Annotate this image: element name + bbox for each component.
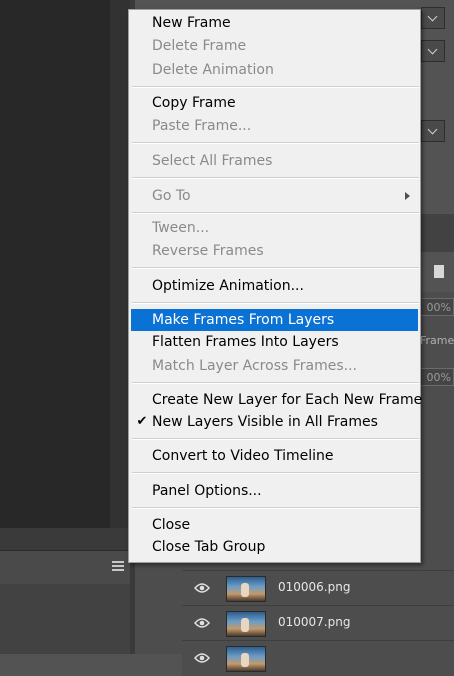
menu-separator — [132, 302, 419, 304]
menu-item-copy-frame[interactable]: Copy Frame — [131, 92, 418, 114]
layer-thumbnail — [226, 576, 266, 602]
menu-item-go-to[interactable]: Go To — [131, 185, 418, 207]
menu-item-match-layer-across-frames[interactable]: Match Layer Across Frames... — [131, 355, 418, 377]
dropdown-button[interactable] — [421, 7, 445, 29]
eye-icon[interactable] — [194, 582, 210, 594]
menu-item-tween[interactable]: Tween... — [131, 217, 418, 239]
opacity-field[interactable]: 00% — [418, 298, 454, 316]
menu-separator — [132, 142, 419, 144]
menu-item-new-layers-visible[interactable]: ✔ New Layers Visible in All Frames — [131, 411, 418, 433]
menu-item-label: Go To — [152, 188, 191, 204]
chevron-down-icon — [427, 124, 438, 135]
menu-item-paste-frame[interactable]: Paste Frame... — [131, 115, 418, 137]
menu-item-label: Paste Frame... — [152, 118, 252, 134]
menu-item-create-new-layer-each-frame[interactable]: Create New Layer for Each New Frame — [131, 389, 422, 411]
timeline-panel-header — [0, 550, 130, 585]
layer-thumbnail — [226, 646, 266, 672]
menu-item-convert-to-video-timeline[interactable]: Convert to Video Timeline — [131, 445, 418, 467]
dropdown-button[interactable] — [421, 120, 445, 142]
menu-separator — [132, 382, 419, 384]
menu-item-label: Convert to Video Timeline — [152, 448, 334, 464]
menu-separator — [132, 177, 419, 179]
menu-item-label: Optimize Animation... — [152, 278, 304, 294]
timeline-panel-body — [0, 584, 130, 654]
canvas-scrollbar[interactable] — [0, 528, 130, 550]
menu-separator — [132, 507, 419, 509]
menu-item-close-tab-group[interactable]: Close Tab Group — [131, 536, 418, 558]
menu-item-label: New Frame — [152, 15, 231, 31]
menu-item-label: Delete Animation — [152, 62, 274, 78]
submenu-arrow-icon — [405, 192, 410, 200]
menu-item-label: Close — [152, 517, 191, 533]
menu-item-flatten-frames-into-layers[interactable]: Flatten Frames Into Layers — [131, 331, 418, 353]
layer-row[interactable]: 010006.png — [182, 570, 454, 606]
menu-separator — [132, 212, 419, 214]
menu-separator — [132, 438, 419, 440]
menu-item-label: Create New Layer for Each New Frame — [152, 392, 423, 408]
menu-item-optimize-animation[interactable]: Optimize Animation... — [131, 275, 418, 297]
menu-item-label: Flatten Frames Into Layers — [152, 334, 339, 350]
menu-item-close[interactable]: Close — [131, 514, 418, 536]
layer-row[interactable]: 010007.png — [182, 605, 454, 641]
eye-icon[interactable] — [194, 617, 210, 629]
menu-item-reverse-frames[interactable]: Reverse Frames — [131, 240, 418, 262]
menu-separator — [132, 267, 419, 269]
panel-menu-icon[interactable] — [112, 561, 124, 573]
layer-thumbnail — [226, 611, 266, 637]
checkmark-icon: ✔ — [136, 414, 148, 429]
menu-item-select-all-frames[interactable]: Select All Frames — [131, 150, 418, 172]
menu-item-make-frames-from-layers[interactable]: Make Frames From Layers — [131, 309, 418, 331]
animation-panel-context-menu: New Frame Delete Frame Delete Animation … — [128, 9, 422, 563]
layer-row[interactable] — [182, 640, 454, 676]
layer-name: 010007.png — [278, 615, 351, 629]
menu-item-label: Reverse Frames — [152, 243, 264, 259]
menu-item-label: Make Frames From Layers — [152, 312, 335, 328]
dropdown-button[interactable] — [421, 40, 445, 62]
menu-item-label: Delete Frame — [152, 38, 247, 54]
menu-separator — [132, 472, 419, 474]
canvas-edge — [110, 0, 130, 528]
menu-item-label: Tween... — [152, 220, 210, 236]
menu-item-delete-animation[interactable]: Delete Animation — [131, 59, 418, 81]
menu-separator — [132, 86, 419, 88]
menu-item-label: New Layers Visible in All Frames — [152, 414, 378, 430]
chevron-down-icon — [427, 44, 438, 55]
menu-item-label: Select All Frames — [152, 153, 273, 169]
menu-item-label: Copy Frame — [152, 95, 236, 111]
document-icon[interactable] — [434, 265, 444, 278]
menu-item-panel-options[interactable]: Panel Options... — [131, 480, 418, 502]
menu-item-label: Panel Options... — [152, 483, 262, 499]
chevron-down-icon — [427, 11, 438, 22]
menu-item-label: Match Layer Across Frames... — [152, 358, 357, 374]
menu-item-new-frame[interactable]: New Frame — [131, 12, 418, 34]
menu-item-delete-frame[interactable]: Delete Frame — [131, 35, 418, 57]
layer-name: 010006.png — [278, 580, 351, 594]
menu-item-label: Close Tab Group — [152, 539, 266, 555]
fill-field[interactable]: 00% — [418, 368, 454, 386]
frame-label: Frame — [420, 334, 454, 347]
